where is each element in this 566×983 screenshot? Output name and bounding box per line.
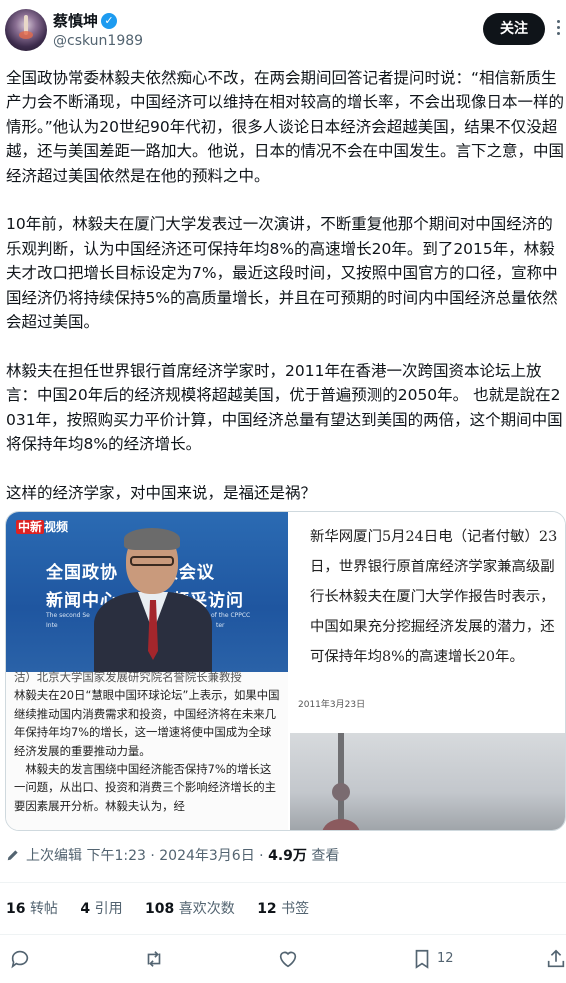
bookmarks-label: 书签 — [281, 901, 310, 917]
tweet-header: 蔡慎坤 ✓ @cskun1989 关注 — [0, 0, 566, 62]
retweets-count: 16 — [6, 901, 26, 917]
tower-photo — [290, 733, 565, 830]
edit-info-row: 上次编辑 下午1:23 · 2024年3月6日 · 4.9万 查看 — [6, 845, 339, 867]
tower-lower-sphere — [322, 819, 360, 830]
article-right-text: 新华网厦门5月24日电（记者付敏）23日，世界银行原首席经济学家兼高级副行长林毅… — [310, 529, 558, 665]
bookmark-button[interactable] — [411, 948, 433, 974]
author-handle[interactable]: @cskun1989 — [53, 32, 143, 50]
video-logo-prefix: 中新 — [16, 520, 45, 534]
tower-sphere — [332, 783, 350, 801]
divider — [0, 934, 566, 935]
views-count: 4.9万 — [268, 848, 307, 864]
video-banner-sub2: of the CPPCC — [211, 612, 251, 619]
share-icon — [547, 949, 565, 968]
video-thumbnail[interactable]: 中新 视频 全国政协 二次会议 新闻中心 频采访问 The second Se o… — [6, 512, 288, 672]
quotes-count: 4 — [80, 901, 91, 917]
speaker-figure — [94, 528, 212, 672]
divider — [0, 882, 566, 883]
reply-button[interactable] — [9, 948, 31, 974]
like-button[interactable] — [277, 948, 299, 974]
heart-icon — [279, 951, 297, 968]
pencil-icon — [7, 850, 18, 861]
engagement-stats: 16 转帖 4 引用 108 喜欢次数 12 书签 — [6, 898, 327, 920]
article-clipping-left: 沽）北京大学国家发展研究院名誉院长兼教授 林毅夫在20日“慧眼中国环球论坛”上表… — [6, 670, 288, 830]
video-logo-suffix: 视频 — [44, 520, 69, 534]
post-date[interactable]: 2024年3月6日 — [159, 848, 254, 864]
video-banner-sub1: The second Se — [46, 612, 90, 619]
views-separator: · — [259, 848, 264, 864]
retweet-icon — [147, 951, 161, 967]
likes-count: 108 — [145, 901, 175, 917]
author-name[interactable]: 蔡慎坤 — [53, 11, 98, 31]
verified-badge-icon: ✓ — [101, 13, 117, 29]
article-date-strip: 2011年3月23日 — [290, 687, 565, 732]
post-time[interactable]: 下午1:23 — [86, 848, 145, 864]
more-icon[interactable] — [552, 16, 566, 40]
edit-label[interactable]: 上次编辑 — [26, 848, 82, 864]
bookmarks-count: 12 — [257, 901, 277, 917]
date-separator: · — [150, 848, 155, 864]
retweets-label: 转帖 — [29, 901, 58, 917]
video-banner-sub3: Inte — [46, 622, 58, 629]
avatar[interactable] — [5, 9, 47, 51]
tweet-media[interactable]: 中新 视频 全国政协 二次会议 新闻中心 频采访问 The second Se o… — [5, 511, 566, 831]
article-left-body: 林毅夫在20日“慧眼中国环球论坛”上表示，如果中国继续推动国内消费需求和投资，中… — [14, 688, 280, 813]
quotes-label: 引用 — [94, 901, 123, 917]
retweet-button[interactable] — [143, 948, 165, 974]
reply-icon — [11, 950, 29, 969]
tweet-text: 全国政协常委林毅夫依然痴心不改，在两会期间回答记者提问时说：“相信新质生产力会不… — [6, 69, 565, 502]
video-banner-sub4: ter — [216, 622, 225, 629]
bookmark-action-count: 12 — [437, 951, 454, 966]
article-left-first-line: 沽）北京大学国家发展研究院名誉院长兼教授 — [14, 670, 242, 684]
retweets-stat[interactable]: 16 转帖 — [6, 901, 58, 917]
bookmark-icon — [415, 949, 429, 969]
share-button[interactable] — [545, 948, 566, 974]
tower-spire — [338, 733, 344, 830]
avatar-glow — [19, 31, 33, 39]
quotes-stat[interactable]: 4 引用 — [80, 901, 122, 917]
article-date: 2011年3月23日 — [298, 700, 366, 710]
follow-button[interactable]: 关注 — [483, 13, 545, 45]
likes-stat[interactable]: 108 喜欢次数 — [145, 901, 235, 917]
views-label: 查看 — [311, 848, 340, 864]
likes-label: 喜欢次数 — [178, 901, 235, 917]
video-logo: 中新 视频 — [16, 518, 68, 535]
bookmarks-stat[interactable]: 12 书签 — [257, 901, 309, 917]
